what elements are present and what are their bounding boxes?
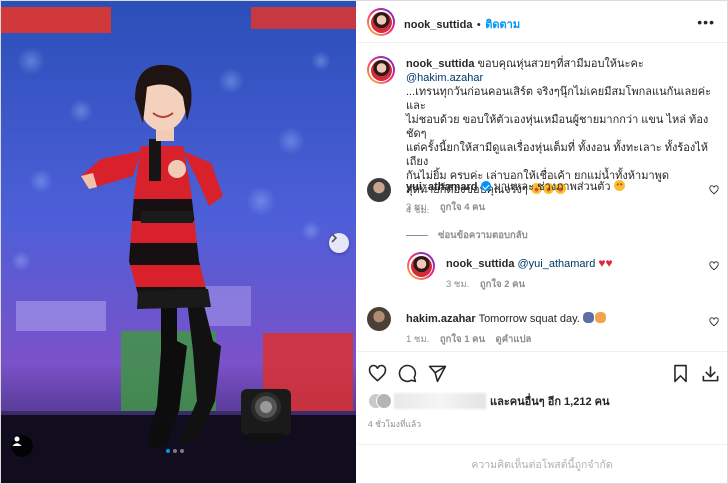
muscle-emoji-icon (594, 312, 606, 323)
author-avatar[interactable] (367, 8, 395, 36)
download-icon[interactable] (701, 364, 720, 383)
comment-time[interactable]: 3 ชม. (406, 202, 429, 213)
verified-badge-icon (480, 181, 491, 191)
post-media[interactable] (1, 1, 356, 483)
bookmark-icon[interactable] (672, 364, 689, 383)
carousel-dot (173, 449, 177, 453)
carousel-dot (180, 449, 184, 453)
reply-likes[interactable]: ถูกใจ 2 คน (480, 279, 525, 290)
post-details-panel: nook_suttida • ติดตาม ••• nook_suttida ข… (357, 1, 727, 483)
share-icon[interactable] (428, 364, 447, 383)
caption-username[interactable]: nook_suttida (406, 58, 474, 70)
tagged-users-button[interactable] (11, 435, 33, 457)
carousel-indicator (166, 449, 184, 453)
caption-avatar[interactable] (367, 56, 395, 84)
caption-line: ...เทรนทุกวันก่อนคอนเสิร์ต จริงๆนุ๊กไม่เ… (406, 86, 712, 112)
comment-username[interactable]: hakim.azahar (406, 313, 476, 325)
author-username[interactable]: nook_suttida (404, 19, 472, 31)
reply-like-heart-icon[interactable] (709, 261, 719, 271)
comment-icon[interactable] (398, 364, 417, 383)
carousel-dot-active (166, 449, 170, 453)
comment-text: มาแหละ ช่างภาพส่วนตัว (493, 181, 611, 193)
reply-time[interactable]: 3 ชม. (446, 279, 469, 290)
commenter-avatar[interactable] (367, 307, 391, 331)
caption-mention[interactable]: @hakim.azahar (406, 72, 483, 84)
reply-divider (406, 234, 428, 236)
comments-restricted-notice: ความคิดเห็นต่อโพสต์นี้ถูกจำกัด (357, 444, 727, 484)
more-options-button[interactable]: ••• (697, 14, 715, 30)
caption-line: แต่ครั้งนี้ยกให้สามีดูแลเรื่องหุ่นเต็มที… (406, 142, 709, 168)
comment-like-heart-icon[interactable] (709, 185, 719, 195)
comment-username[interactable]: yui_athamard (406, 181, 478, 193)
commenter-avatar[interactable] (367, 178, 391, 202)
hide-replies-button[interactable]: ซ่อนข้อความตอบกลับ (438, 230, 528, 241)
caption-text: ขอบคุณหุ่นสวยๆที่สามีมอบให้นะคะ (477, 58, 644, 70)
person-emoji-icon (582, 312, 594, 323)
blurred-liker-name (394, 393, 486, 409)
star-struck-emoji-icon (613, 180, 625, 191)
user-icon (12, 436, 22, 446)
chevron-right-icon (331, 233, 338, 243)
liker-avatars (368, 391, 392, 411)
post-header: nook_suttida • ติดตาม ••• (357, 1, 727, 43)
caption-line: ไม่ชอบด้วย ขอบให้ตัวเองหุ่นเหมือนผู้ชายม… (406, 114, 709, 140)
reply-avatar[interactable] (407, 252, 435, 280)
separator-dot: • (476, 19, 481, 31)
follow-button[interactable]: ติดตาม (485, 19, 520, 31)
comment-like-heart-icon[interactable] (709, 317, 719, 327)
carousel-next-button[interactable] (329, 233, 349, 253)
heart-icon[interactable] (368, 364, 387, 383)
translate-button[interactable]: ดูคำแปล (496, 334, 532, 345)
comment-time[interactable]: 1 ชม. (406, 334, 429, 345)
post-timestamp[interactable]: 4 ชั่วโมงที่แล้ว (368, 417, 421, 431)
likes-summary[interactable]: และคนอื่นๆ อีก 1,212 คน (368, 391, 610, 411)
post-photo (1, 1, 356, 483)
comments-section[interactable]: nook_suttida ขอบคุณหุ่นสวยๆที่สามีมอบให้… (357, 44, 727, 349)
likes-count-text: และคนอื่นๆ อีก 1,212 คน (490, 396, 610, 408)
reply-mention[interactable]: @yui_athamard (518, 258, 596, 270)
comment-likes[interactable]: ถูกใจ 1 คน (440, 334, 485, 345)
comment-text: Tomorrow squat day. (478, 313, 580, 325)
reply-username[interactable]: nook_suttida (446, 258, 514, 270)
red-heart-emoji-icon: ♥ (598, 256, 606, 270)
red-heart-emoji-icon: ♥ (605, 256, 613, 270)
comment-likes[interactable]: ถูกใจ 4 คน (440, 202, 485, 213)
action-bar (357, 351, 727, 395)
